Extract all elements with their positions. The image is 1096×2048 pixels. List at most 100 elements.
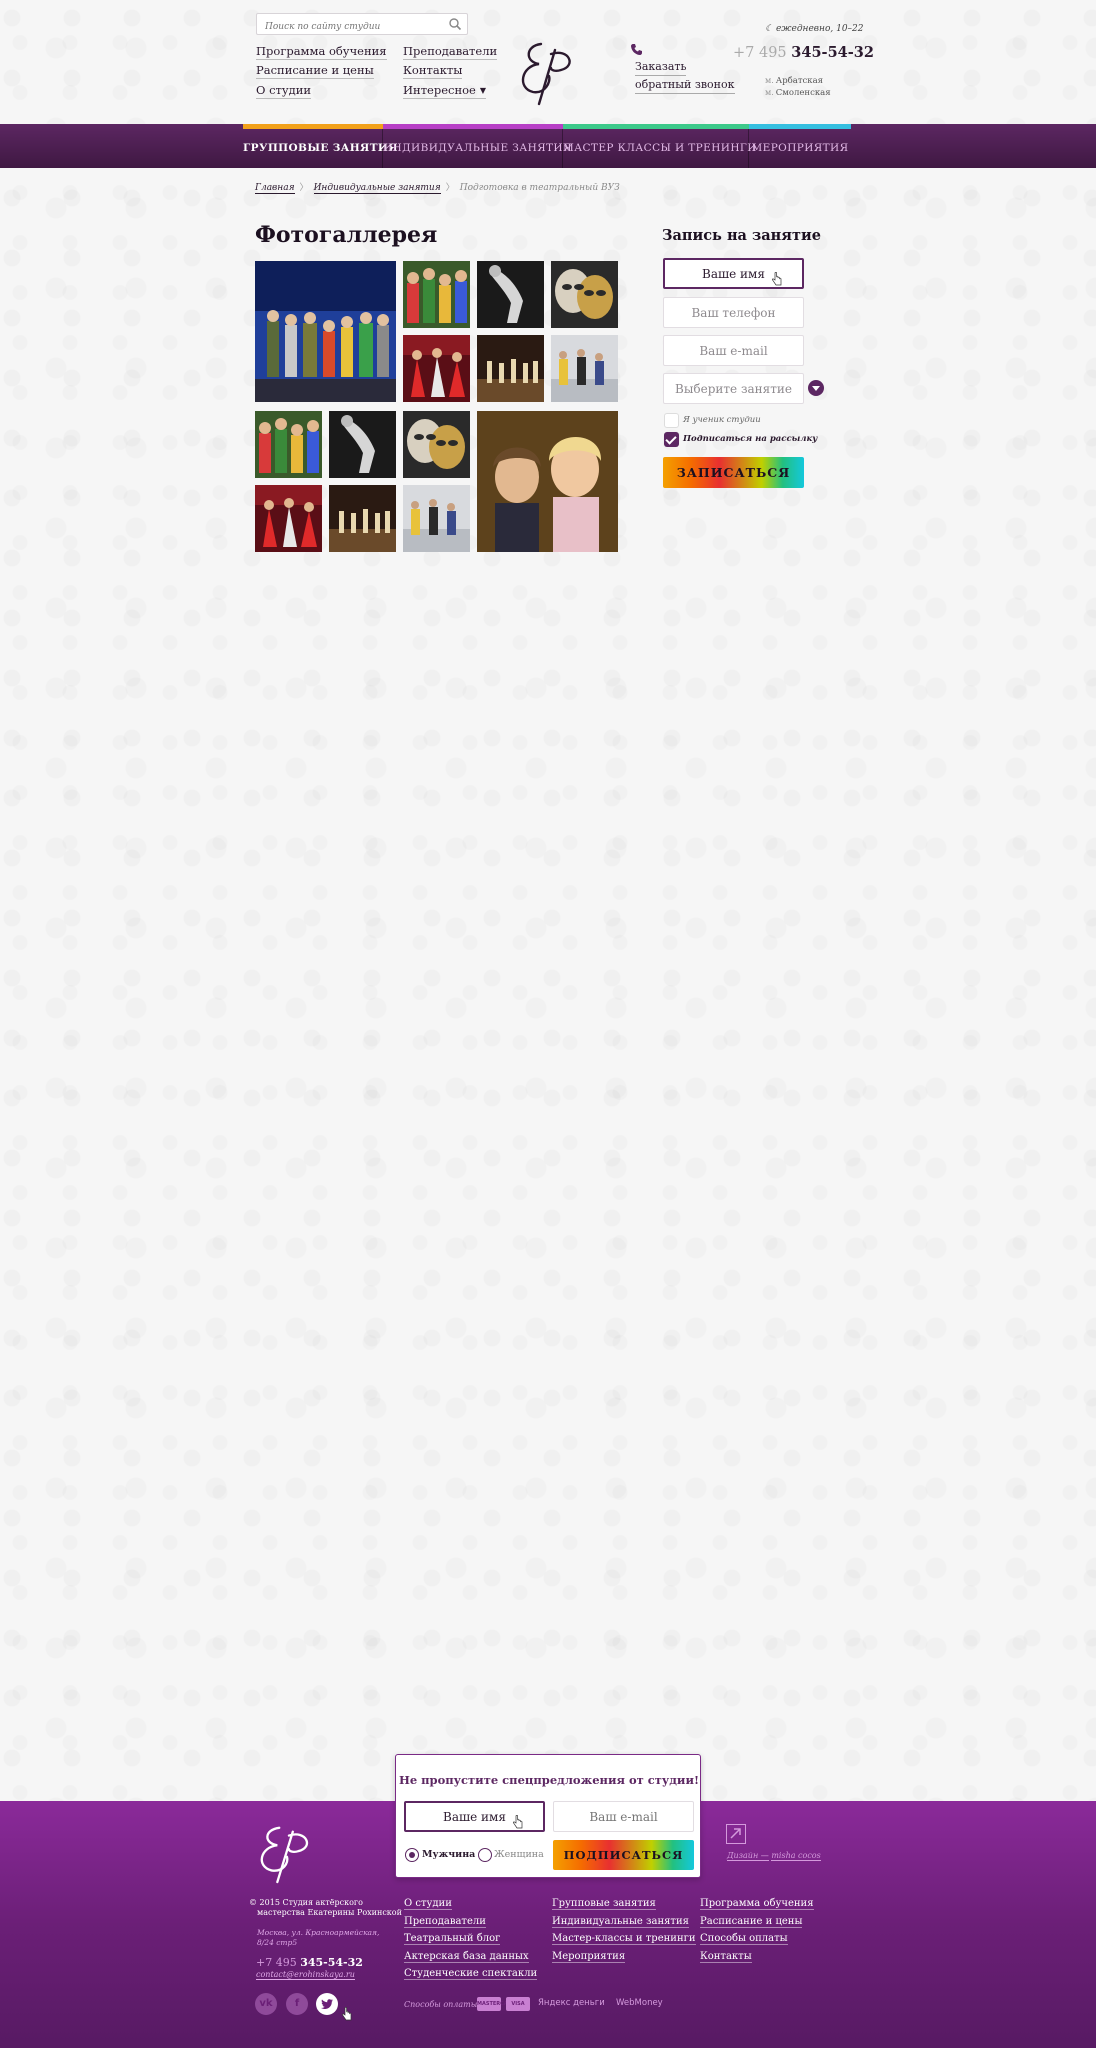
nav-item-group-classes[interactable]: ГРУППОВЫЕ ЗАНЯТИЯ [243, 129, 398, 168]
footer-link[interactable]: Расписание и цены [700, 1913, 814, 1931]
footer-link[interactable]: Театральный блог [404, 1930, 537, 1948]
vk-icon[interactable]: vk [255, 1993, 277, 2015]
popup-title: Не пропустите спецпредложения от студии! [398, 1773, 700, 1787]
design-credit[interactable]: Дизайн — misha cocos [727, 1851, 821, 1861]
nav-item-master-classes[interactable]: МАСТЕР КЛАССЫ И ТРЕНИНГИ [563, 129, 756, 168]
footer-phone-code: +7 495 [256, 1956, 297, 1969]
footer-link[interactable]: О студии [404, 1895, 537, 1913]
phone-code: +7 495 [733, 45, 787, 61]
dropdown-arrow-icon[interactable] [808, 380, 824, 396]
footer-link[interactable]: Контакты [700, 1948, 814, 1966]
gender-male-label[interactable]: Мужчина [422, 1849, 475, 1860]
gallery-photo[interactable] [403, 411, 470, 478]
metro-name: Арбатская [775, 76, 824, 86]
search-input[interactable] [257, 17, 437, 37]
chevron-right-icon: 〉 [299, 183, 309, 193]
copyright-line-2: мастерства Екатерины Рохинской [257, 1908, 402, 1917]
gender-female-radio[interactable] [478, 1848, 492, 1862]
visa-icon: VISA [506, 1997, 530, 2011]
header-phone[interactable]: +7 495 345-54-32 [733, 44, 874, 61]
gender-female-label[interactable]: Женщина [494, 1849, 544, 1860]
signup-submit-button[interactable]: ЗАПИСАТЬСЯ [663, 457, 804, 488]
signup-email-field[interactable] [663, 335, 804, 366]
gallery-photo[interactable] [329, 485, 396, 552]
student-checkbox[interactable] [664, 413, 679, 428]
gallery-photo[interactable] [403, 485, 470, 552]
nav-link-teachers[interactable]: Преподаватели [403, 44, 498, 60]
callback-line-1[interactable]: Заказать [635, 58, 687, 76]
metro-icon: м. [765, 88, 774, 97]
footer-link[interactable]: Групповые занятия [552, 1895, 696, 1913]
footer-link[interactable]: Программа обучения [700, 1895, 814, 1913]
nav-link-contacts[interactable]: Контакты [403, 63, 463, 79]
callback-line-2[interactable]: обратный звонок [635, 76, 735, 94]
facebook-icon[interactable]: f [286, 1993, 308, 2015]
footer-link[interactable]: Индивидуальные занятия [552, 1913, 696, 1931]
gender-male-radio[interactable] [405, 1848, 419, 1862]
copyright-line-1: © 2015 Студия актёрского [249, 1898, 363, 1907]
metro-station: м. Арбатская [765, 76, 823, 86]
signup-class-select[interactable] [663, 373, 804, 404]
popup-subscribe-button[interactable]: ПОДПИСАТЬСЯ [553, 1840, 694, 1870]
footer-link[interactable]: Мероприятия [552, 1948, 696, 1966]
popup-name-field[interactable] [404, 1801, 545, 1832]
breadcrumb-current: Подготовка в театральный ВУЗ [459, 183, 620, 193]
phone-number: 345-54-32 [791, 44, 874, 61]
gallery-photo[interactable] [255, 485, 322, 552]
gallery-photo[interactable] [477, 335, 544, 402]
footer-link[interactable]: Мастер-классы и тренинги [552, 1930, 696, 1948]
nav-link-interesting-label: Интересное [403, 83, 476, 97]
gallery-photo[interactable] [403, 335, 470, 402]
nav-link-program[interactable]: Программа обучения [256, 44, 387, 60]
popup-email-field[interactable] [553, 1801, 694, 1832]
hand-cursor-icon [342, 2007, 352, 2021]
callback-link[interactable]: Заказать обратный звонок [635, 58, 735, 94]
newsletter-checkbox[interactable] [664, 432, 679, 447]
gallery-photo[interactable] [329, 411, 396, 478]
clock-icon: ☾ [765, 24, 774, 34]
nav-item-individual-classes[interactable]: ИНДИВИДУАЛЬНЫЕ ЗАНЯТИЯ [383, 129, 571, 168]
working-hours: ☾ ежедневно, 10–22 [765, 24, 864, 34]
gallery-photo[interactable] [255, 261, 396, 402]
phone-callback-icon [631, 44, 642, 55]
yandex-money-icon: Яндекс деньги [538, 1998, 605, 2008]
student-checkbox-label[interactable]: Я ученик студии [683, 415, 761, 425]
newsletter-popup: Не пропустите спецпредложения от студии!… [395, 1754, 701, 1878]
gallery-photo[interactable] [477, 261, 544, 328]
search-icon[interactable] [448, 17, 462, 31]
footer-link[interactable]: Преподаватели [404, 1913, 537, 1931]
studio-logo[interactable] [511, 36, 583, 108]
metro-icon: м. [765, 76, 774, 85]
nav-link-interesting[interactable]: Интересное ▼ [403, 83, 487, 99]
address-line-2: 8/24 стр5 [257, 1938, 298, 1947]
footer-link[interactable]: Актерская база данных [404, 1948, 537, 1966]
footer-logo[interactable] [252, 1822, 322, 1884]
footer-link[interactable]: Способы оплаты [700, 1930, 814, 1948]
gallery-photo[interactable] [551, 261, 618, 328]
footer-column-about: О студии Преподаватели Театральный блог … [404, 1895, 538, 1983]
twitter-icon[interactable] [316, 1993, 338, 2015]
design-credit-name[interactable]: misha cocos [771, 1851, 821, 1861]
metro-station: м. Смоленская [765, 88, 831, 98]
search-box[interactable] [256, 13, 468, 37]
nav-link-schedule[interactable]: Расписание и цены [256, 63, 374, 79]
footer-link[interactable]: Студенческие спектакли [404, 1965, 538, 1983]
signup-phone-field[interactable] [663, 297, 804, 328]
payment-label: Способы оплаты: [404, 2000, 480, 2009]
gallery-photo[interactable] [477, 411, 618, 552]
nav-link-about[interactable]: О студии [256, 83, 312, 99]
gallery-photo[interactable] [403, 261, 470, 328]
gallery-photo[interactable] [551, 335, 618, 402]
hand-cursor-icon [513, 1815, 523, 1829]
footer-phone[interactable]: +7 495 345-54-32 [256, 1956, 363, 1969]
footer-email-link[interactable]: contact@erohinskaya.ru [256, 1970, 355, 1980]
signup-name-field[interactable] [663, 258, 804, 289]
newsletter-checkbox-label[interactable]: Подписаться на рассылку [683, 434, 817, 444]
breadcrumb-individual[interactable]: Индивидуальные занятия [313, 183, 441, 194]
breadcrumb-home[interactable]: Главная [255, 183, 295, 194]
mastercard-icon: MASTERCARD [477, 1997, 516, 2011]
gallery-photo[interactable] [255, 411, 322, 478]
designer-arrow-icon[interactable] [726, 1824, 746, 1844]
page: Программа обучения Расписание и цены О с… [0, 0, 1096, 2048]
nav-item-events[interactable]: МЕРОПРИЯТИЯ [749, 129, 851, 168]
